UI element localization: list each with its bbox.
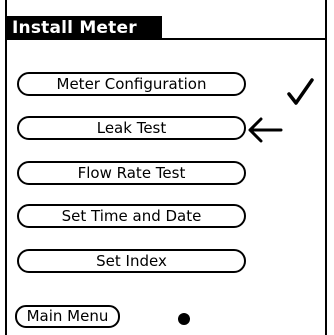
flow-rate-test-button[interactable]: Flow Rate Test [17,161,246,185]
meter-configuration-button[interactable]: Meter Configuration [17,72,246,96]
set-index-button[interactable]: Set Index [17,249,246,273]
page-title: Install Meter [7,16,162,40]
checkmark-icon [287,78,314,105]
left-arrow-icon [248,117,283,143]
main-menu-button[interactable]: Main Menu [15,305,120,328]
leak-test-button[interactable]: Leak Test [17,116,246,140]
title-divider [7,38,327,40]
dot-icon [178,313,190,325]
set-time-and-date-button[interactable]: Set Time and Date [17,204,246,228]
